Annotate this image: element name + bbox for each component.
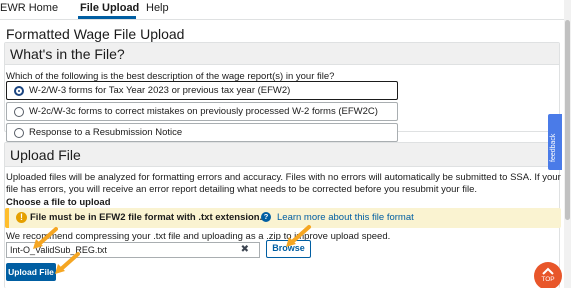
scrollbar-thumb[interactable] (565, 20, 570, 220)
back-to-top-button[interactable]: TOP (534, 262, 562, 288)
clear-icon[interactable]: ✖ (241, 244, 249, 255)
whats-in-file-heading: What's in the File? (5, 43, 559, 65)
radio-option-efw2c[interactable]: W-2c/W-3c forms to correct mistakes on p… (6, 102, 398, 121)
active-tab-indicator (78, 16, 136, 19)
learn-more-link[interactable]: Learn more about this file format (277, 212, 414, 223)
radio-label-resubmission: Response to a Resubmission Notice (29, 127, 183, 138)
feedback-tab[interactable]: feedback (548, 114, 562, 170)
radio-unchecked-icon[interactable] (14, 128, 24, 138)
help-icon[interactable]: ? (261, 212, 271, 222)
warning-icon: ! (16, 212, 27, 223)
radio-checked-icon[interactable] (14, 86, 24, 96)
page-scrollbar[interactable] (564, 0, 571, 288)
nav-ewr-home[interactable]: EWR Home (0, 2, 58, 14)
nav-help[interactable]: Help (146, 2, 169, 14)
warning-text: File must be in EFW2 file format with .t… (30, 212, 263, 223)
radio-label-efw2: W-2/W-3 forms for Tax Year 2023 or previ… (29, 85, 291, 96)
upload-file-heading: Upload File (5, 143, 559, 167)
annotation-arrow-icon (286, 225, 311, 247)
feedback-label: feedback (550, 133, 557, 162)
top-nav: EWR Home File Upload Help (0, 0, 571, 20)
top-label: TOP (541, 276, 555, 283)
annotation-arrow-icon (55, 252, 80, 274)
radio-option-resubmission[interactable]: Response to a Resubmission Notice (6, 123, 398, 142)
upload-description: Uploaded files will be analyzed for form… (6, 172, 561, 195)
page-title: Formatted Wage File Upload (6, 26, 185, 42)
radio-unchecked-icon[interactable] (14, 107, 24, 117)
radio-option-efw2[interactable]: W-2/W-3 forms for Tax Year 2023 or previ… (6, 81, 398, 100)
choose-file-label: Choose a file to upload (6, 197, 111, 208)
nav-file-upload[interactable]: File Upload (80, 2, 139, 14)
upload-file-button[interactable]: Upload File (6, 263, 56, 281)
compress-hint: We recommend compressing your .txt file … (6, 231, 391, 242)
radio-label-efw2c: W-2c/W-3c forms to correct mistakes on p… (29, 106, 378, 117)
annotation-arrow-icon (33, 227, 58, 249)
file-type-radio-group: W-2/W-3 forms for Tax Year 2023 or previ… (6, 81, 398, 144)
